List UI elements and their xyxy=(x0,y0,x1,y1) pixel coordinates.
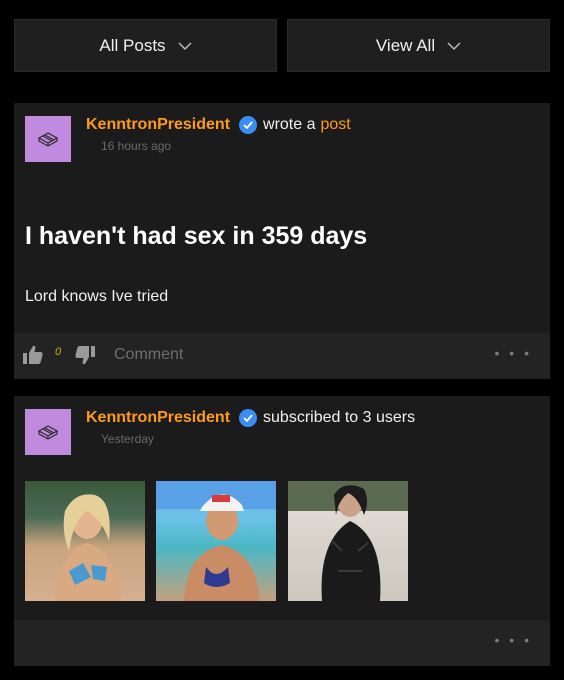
activity-action-bar: • • • xyxy=(14,620,550,666)
post-link[interactable]: post xyxy=(320,116,350,134)
username-link[interactable]: KenntronPresident xyxy=(86,409,230,427)
user-photo-1 xyxy=(55,494,121,601)
avatar[interactable] xyxy=(25,116,71,162)
view-all-label: View All xyxy=(375,35,436,55)
chevron-down-icon xyxy=(178,41,192,50)
user-photo[interactable] xyxy=(288,481,408,601)
post-card: KenntronPresident wrote a post 16 hours … xyxy=(14,103,550,379)
like-count: 0 xyxy=(55,346,62,358)
post-header: KenntronPresident wrote a post xyxy=(86,116,351,134)
verified-check-icon xyxy=(239,409,258,427)
view-all-dropdown[interactable]: View All xyxy=(287,19,550,72)
filter-bar: All Posts View All xyxy=(14,19,550,72)
user-photo[interactable] xyxy=(25,481,145,601)
post-title: I haven't had sex in 359 days xyxy=(25,222,368,250)
user-photo-2 xyxy=(156,481,276,601)
ingot-icon xyxy=(37,132,59,147)
all-posts-dropdown[interactable]: All Posts xyxy=(14,19,277,72)
thumbs-down-icon[interactable] xyxy=(74,344,96,366)
user-photo[interactable] xyxy=(156,481,276,601)
more-options-button[interactable]: • • • xyxy=(495,345,532,361)
activity-card: KenntronPresident subscribed to 3 users … xyxy=(14,396,550,666)
action-text: wrote a xyxy=(263,116,316,133)
post-body: Lord knows Ive tried xyxy=(25,288,169,305)
ingot-icon xyxy=(37,425,59,440)
user-photo-3 xyxy=(288,481,408,601)
more-options-button[interactable]: • • • xyxy=(495,632,532,648)
all-posts-label: All Posts xyxy=(99,35,166,55)
action-text: subscribed to 3 users xyxy=(263,409,416,426)
comment-button[interactable]: Comment xyxy=(114,346,183,364)
username-link[interactable]: KenntronPresident xyxy=(86,116,230,134)
thumbs-up-icon[interactable] xyxy=(22,344,44,366)
avatar[interactable] xyxy=(25,409,71,455)
post-timestamp: 16 hours ago xyxy=(101,139,172,153)
activity-timestamp: Yesterday xyxy=(101,432,154,446)
post-action-bar: 0 Comment • • • xyxy=(14,333,550,379)
chevron-down-icon xyxy=(447,41,461,50)
activity-header: KenntronPresident subscribed to 3 users xyxy=(86,409,415,427)
verified-check-icon xyxy=(239,116,258,134)
